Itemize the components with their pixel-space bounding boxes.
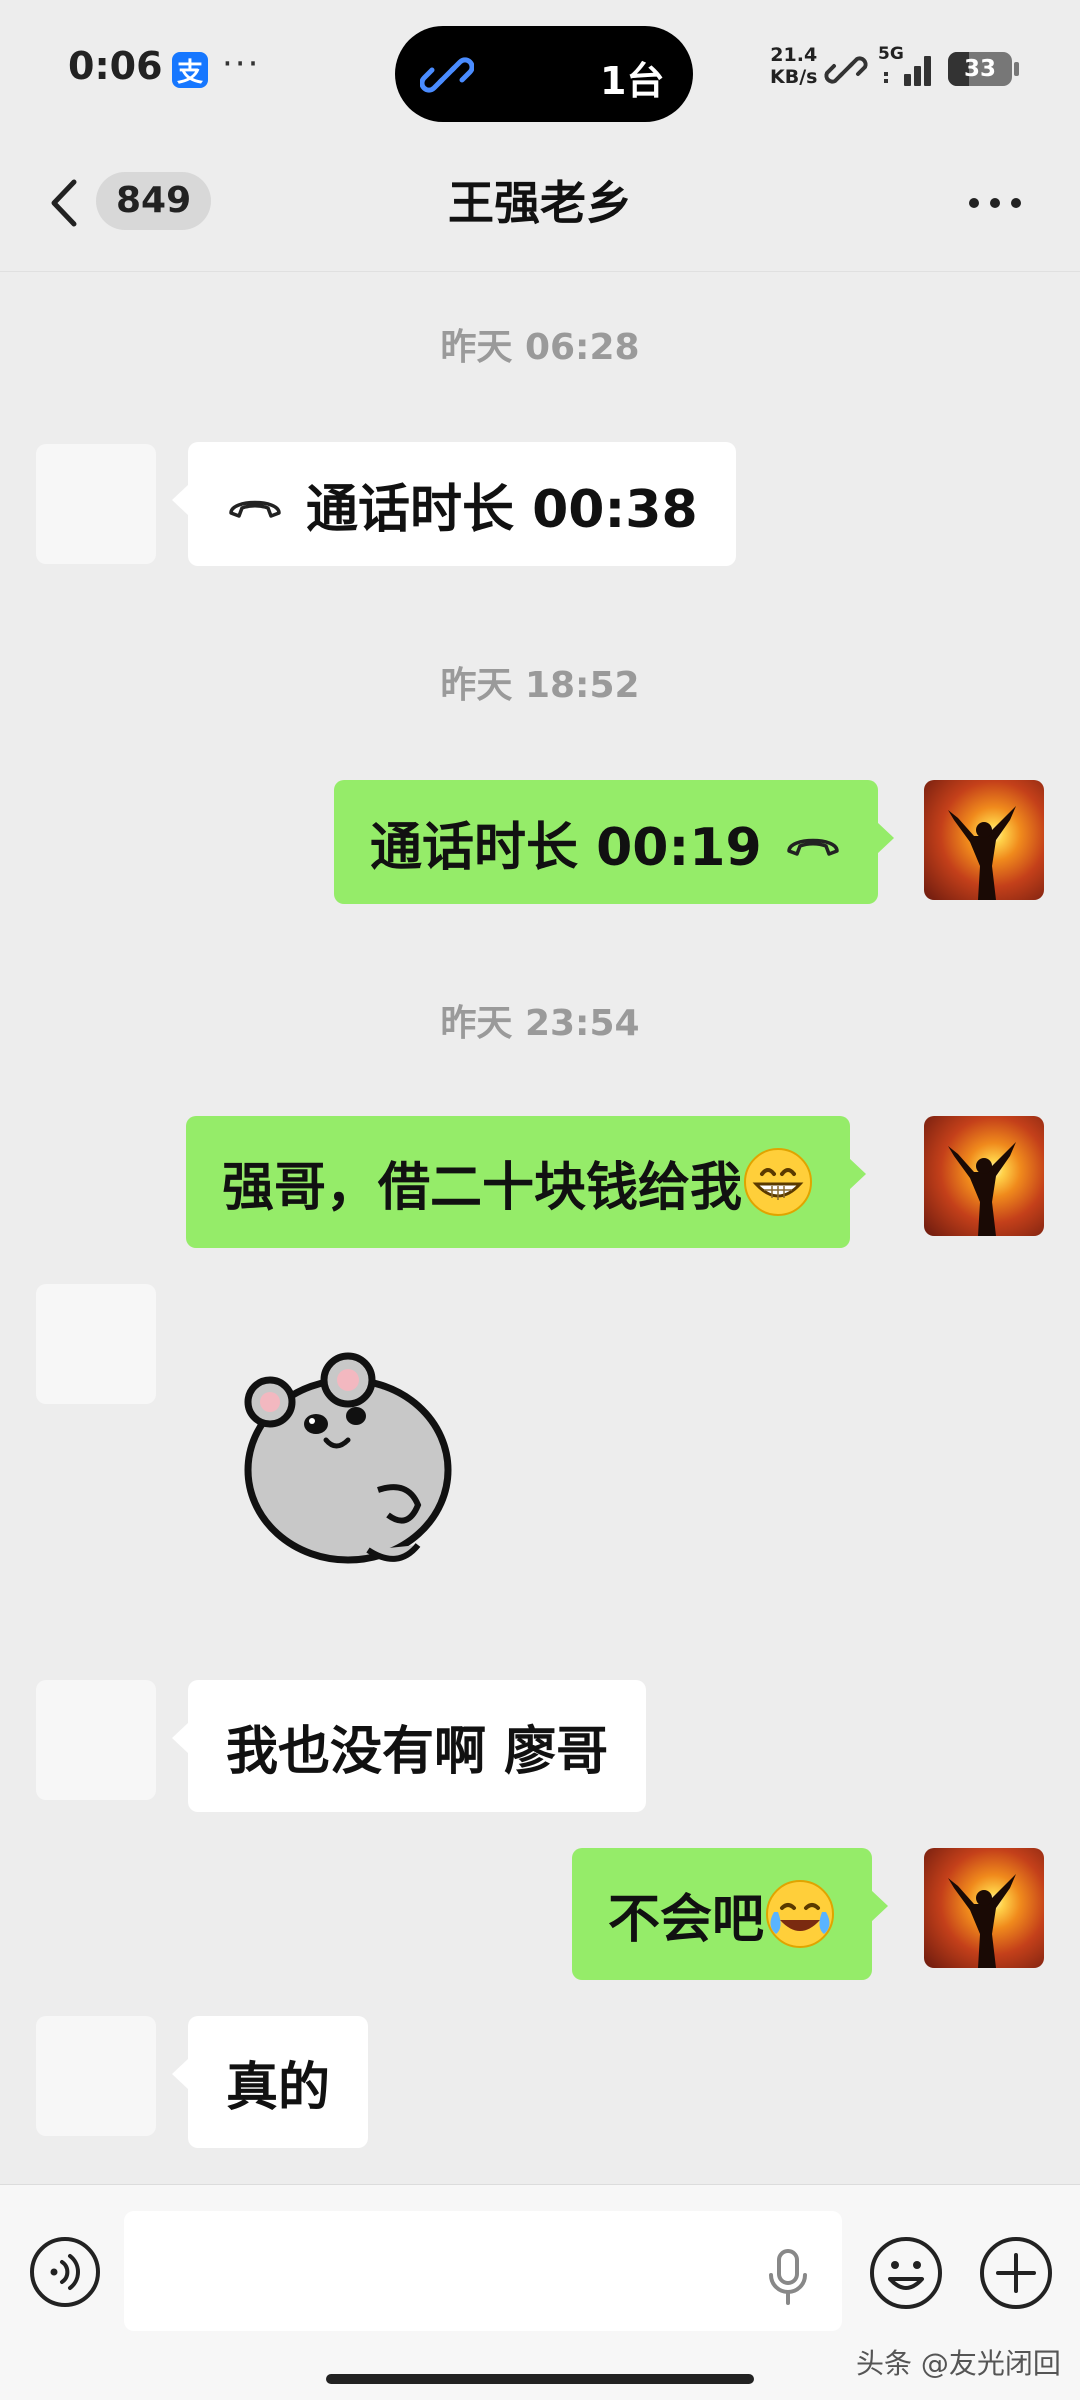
my-avatar[interactable] bbox=[924, 1848, 1044, 1968]
crying-laughing-icon bbox=[766, 1880, 835, 1948]
back-chevron-icon[interactable] bbox=[40, 170, 90, 236]
bubble-tail bbox=[172, 2058, 189, 2090]
message-bubble[interactable]: 强哥，借二十块钱给我 bbox=[186, 1116, 867, 1248]
link-icon bbox=[420, 57, 474, 93]
bubble-tail bbox=[172, 1722, 189, 1754]
plus-button[interactable] bbox=[978, 2235, 1054, 2311]
silhouette-icon bbox=[948, 1142, 1016, 1236]
call-record-bubble[interactable]: 通话时长 00:38 bbox=[172, 442, 736, 566]
signal-icon bbox=[884, 56, 931, 86]
bubble-tail bbox=[876, 822, 894, 854]
bubble-tail bbox=[849, 1158, 867, 1190]
call-duration-text: 通话时长 00:38 bbox=[306, 479, 698, 540]
timestamp: 昨天 18:52 bbox=[440, 665, 640, 706]
message-bubble[interactable]: 不会吧 bbox=[572, 1848, 889, 1980]
contact-avatar[interactable] bbox=[36, 444, 156, 564]
microphone-icon[interactable] bbox=[766, 2247, 810, 2307]
message-text: 真的 bbox=[226, 2057, 331, 2118]
message-bubble[interactable]: 我也没有啊 廖哥 bbox=[172, 1680, 647, 1812]
hangup-phone-icon bbox=[229, 500, 281, 518]
timestamp: 昨天 06:28 bbox=[440, 327, 640, 368]
battery-percent: 33 bbox=[963, 56, 996, 82]
contact-avatar[interactable] bbox=[36, 1284, 156, 1404]
silhouette-icon bbox=[948, 1874, 1016, 1968]
alipay-icon: 支 bbox=[172, 52, 208, 88]
unread-count-badge[interactable]: 849 bbox=[96, 172, 212, 230]
network-speed: 21.4 KB/s bbox=[770, 44, 817, 88]
timestamp: 昨天 23:54 bbox=[440, 1003, 640, 1044]
more-options-icon[interactable] bbox=[960, 170, 1030, 236]
call-record-bubble[interactable]: 通话时长 00:19 bbox=[334, 780, 894, 904]
bubble-tail bbox=[871, 1890, 889, 1922]
island-counter: 1台 bbox=[600, 59, 665, 103]
contact-avatar[interactable] bbox=[36, 2016, 156, 2136]
voice-mode-button[interactable] bbox=[28, 2235, 102, 2309]
chat-screen: 0:06 支 ··· 1台 21.4 KB/s 5G 33 王强老乡 849 昨… bbox=[0, 0, 1080, 2400]
silhouette-icon bbox=[948, 806, 1016, 900]
network-speed-value: 21.4 bbox=[770, 44, 818, 66]
status-time: 0:06 bbox=[68, 44, 163, 88]
grin-icon bbox=[744, 1148, 813, 1216]
status-bar: 0:06 支 ··· 1台 21.4 KB/s 5G 33 bbox=[0, 0, 1080, 140]
bubble-tail bbox=[172, 484, 189, 516]
battery-icon: 33 bbox=[948, 52, 1012, 86]
message-text: 我也没有啊 廖哥 bbox=[226, 1721, 609, 1782]
hotspot-link-icon bbox=[824, 56, 868, 84]
battery-cap bbox=[1014, 62, 1019, 76]
notification-more-icon: ··· bbox=[222, 44, 261, 84]
emoji-button[interactable] bbox=[868, 2235, 944, 2311]
message-bubble[interactable]: 真的 bbox=[172, 2016, 369, 2148]
chat-header: 王强老乡 849 bbox=[0, 140, 1080, 272]
contact-avatar[interactable] bbox=[36, 1680, 156, 1800]
call-duration-text: 通话时长 00:19 bbox=[370, 817, 762, 878]
watermark: 头条 @友光闭回 bbox=[856, 2347, 1061, 2380]
message-text: 强哥，借二十块钱给我 bbox=[222, 1157, 743, 1218]
home-indicator[interactable] bbox=[326, 2374, 754, 2384]
message-input[interactable] bbox=[124, 2211, 842, 2331]
network-speed-unit: KB/s bbox=[770, 66, 818, 88]
gray-hamster-sticker[interactable] bbox=[228, 1340, 488, 1590]
my-avatar[interactable] bbox=[924, 780, 1044, 900]
hangup-phone-icon bbox=[786, 838, 839, 856]
message-text: 不会吧 bbox=[608, 1889, 765, 1950]
my-avatar[interactable] bbox=[924, 1116, 1044, 1236]
